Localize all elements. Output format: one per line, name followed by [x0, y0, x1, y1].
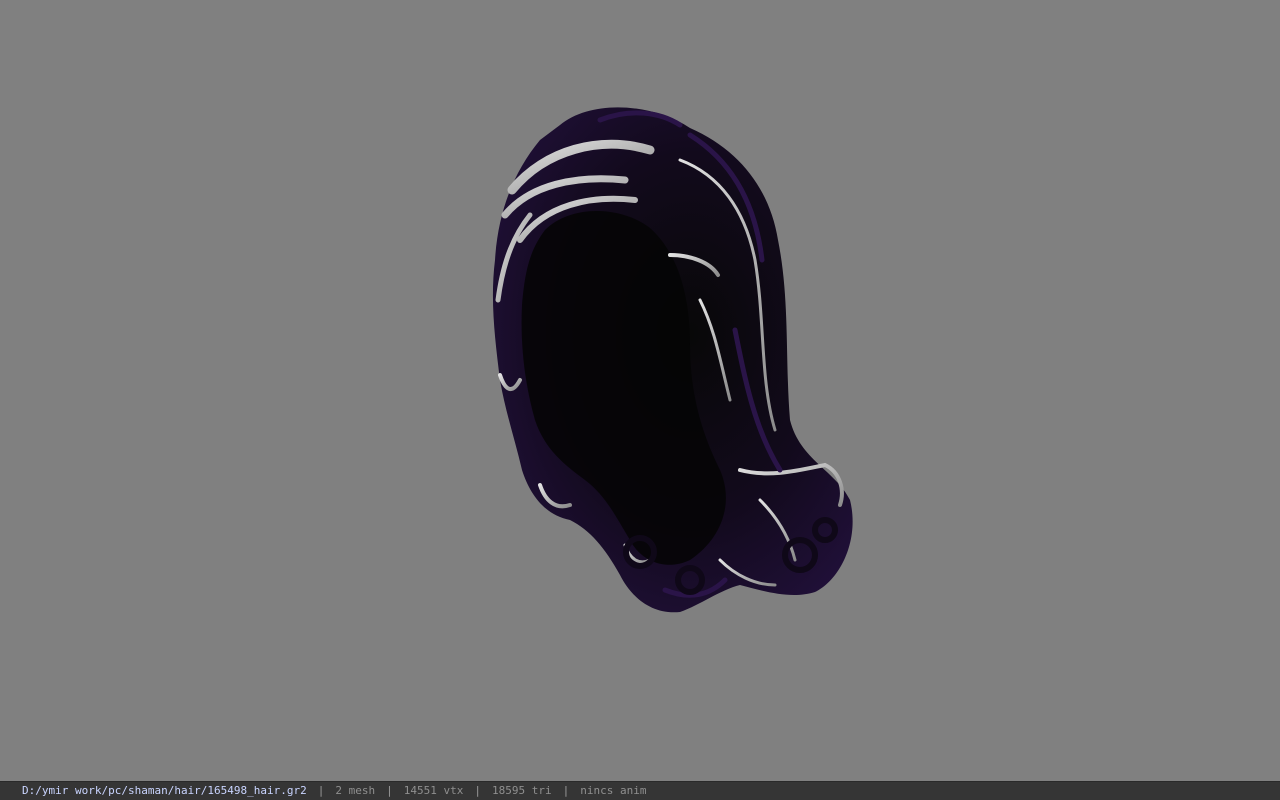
- status-separator: |: [562, 784, 570, 797]
- status-separator: |: [317, 784, 325, 797]
- triangle-count: 18595 tri: [492, 784, 552, 797]
- 3d-viewport[interactable]: [0, 0, 1280, 781]
- hair-model-render: [492, 107, 853, 613]
- status-separator: |: [386, 784, 393, 797]
- vertex-count: 14551 vtx: [403, 784, 464, 797]
- mesh-count: 2 mesh: [335, 784, 376, 797]
- file-path: D:/ymir work/pc/shaman/hair/165498_hair.…: [22, 784, 307, 797]
- anim-status: nincs anim: [580, 784, 647, 797]
- status-bar: D:/ymir work/pc/shaman/hair/165498_hair.…: [0, 781, 1280, 800]
- status-separator: |: [474, 784, 482, 797]
